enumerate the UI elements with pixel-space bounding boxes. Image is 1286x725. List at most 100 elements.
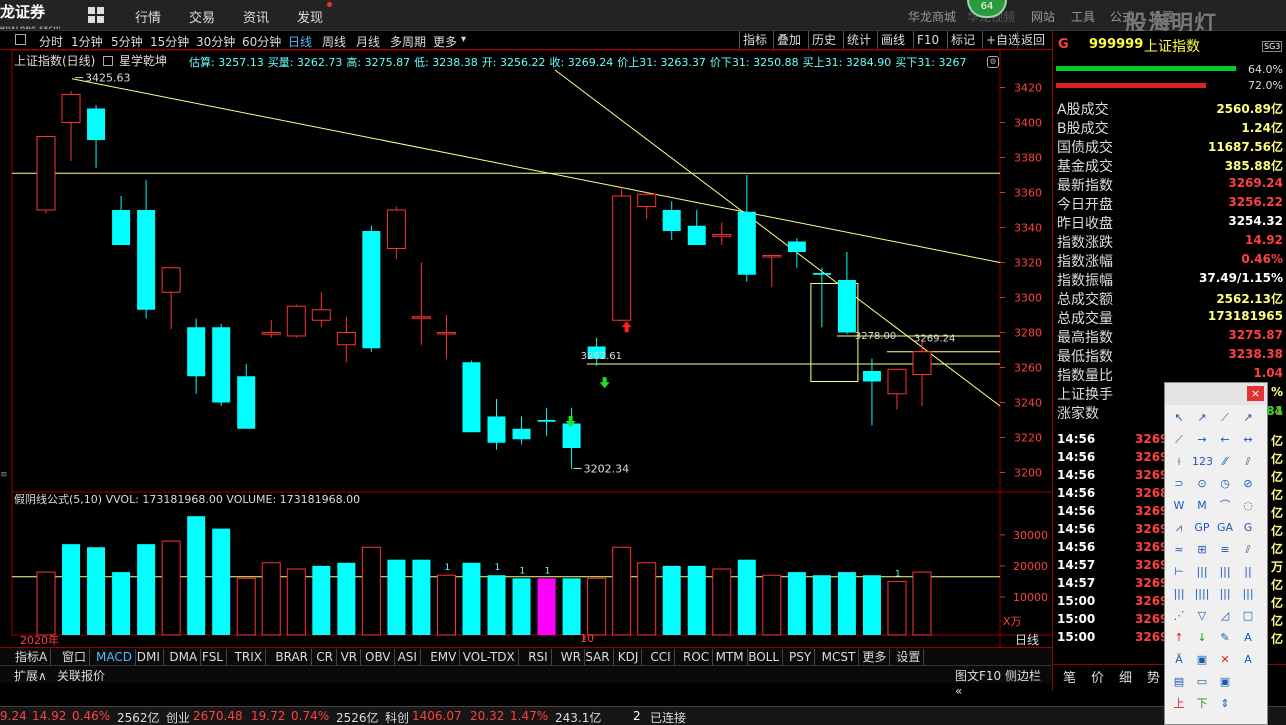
draw-tool-icon[interactable]: ⫽ [1238,453,1258,471]
draw-tool-icon[interactable]: ↓ [1192,629,1212,647]
period-1min[interactable]: 1分钟 [71,33,103,50]
indicator-tab[interactable]: FSL [199,649,227,665]
indicator-tab[interactable]: OBV [362,649,395,665]
draw-tool-icon[interactable] [1238,695,1258,713]
indicator-tab[interactable]: 指标A [12,649,52,665]
f10-sidebar-button[interactable]: 图文F10 侧边栏 « [955,667,1052,698]
draw-tool-icon[interactable]: ✕ [1215,651,1235,669]
indicator-tab[interactable]: PSY [786,649,816,665]
checkbox-icon[interactable] [15,34,26,45]
apps-grid-icon[interactable] [88,7,104,23]
expand-button[interactable]: 扩展∧ [14,667,47,684]
indicator-tab[interactable]: TRIX [232,649,267,665]
draw-tool-icon[interactable]: 123 [1192,453,1212,471]
draw-tool-icon[interactable]: GP [1192,519,1212,537]
link-website[interactable]: 网站 [1031,8,1055,25]
draw-tool-icon[interactable]: ↗ [1192,409,1212,427]
draw-tool-icon[interactable]: ↖ [1169,409,1189,427]
period-5min[interactable]: 5分钟 [111,33,143,50]
draw-tool-icon[interactable]: ⌒ [1215,497,1235,515]
draw-tool-icon[interactable]: □ [1238,607,1258,625]
palette-titlebar[interactable]: × [1165,383,1267,405]
draw-tool-icon[interactable]: ◿ [1215,607,1235,625]
indicator-tab[interactable]: MACD [93,649,136,665]
period-60min[interactable]: 60分钟 [242,33,281,50]
indicator-tab[interactable]: DMA [166,649,202,665]
indicator-tab[interactable]: ASI [395,649,421,665]
indicator-tab[interactable]: DMI [134,649,164,665]
link-tools[interactable]: 工具 [1071,8,1095,25]
tool-draw[interactable]: 画线 [877,31,908,49]
indicator-tab[interactable]: 设置 [893,649,925,665]
draw-tool-icon[interactable]: ≈ [1169,541,1189,559]
draw-tool-icon[interactable]: Ä [1169,651,1189,669]
draw-tool-icon[interactable]: ↔ [1238,431,1258,449]
indicator-tab[interactable]: VR [338,649,362,665]
draw-tool-icon[interactable]: ▣ [1192,651,1212,669]
tab-trend[interactable]: 势 [1147,667,1160,686]
draw-tool-icon[interactable]: ||| [1169,585,1189,603]
tool-f10[interactable]: F10 [913,31,942,49]
draw-tool-icon[interactable]: → [1192,431,1212,449]
indicator-tab[interactable]: KDJ [615,649,643,665]
indicator-tab[interactable]: EMV [427,649,461,665]
menu-discover[interactable]: 发现 [297,7,323,26]
period-more[interactable]: 更多 [433,33,457,50]
draw-tool-icon[interactable]: A [1238,629,1258,647]
tool-indicator[interactable]: 指标 [739,31,770,49]
link-mall[interactable]: 华龙商城 [908,8,956,25]
draw-tool-icon[interactable]: ← [1215,431,1235,449]
draw-tool-icon[interactable]: ||| [1215,563,1235,581]
draw-tool-icon[interactable]: ✎ [1215,629,1235,647]
tool-overlay[interactable]: 叠加 [773,31,804,49]
draw-tool-icon[interactable]: ⟋ [1169,431,1189,449]
tab-price[interactable]: 价 [1091,667,1104,686]
chevron-down-icon[interactable]: ▾ [461,34,466,45]
draw-tool-icon[interactable]: ⁄⁄ [1215,453,1235,471]
indicator-tab[interactable]: MCST [819,649,860,665]
draw-tool-icon[interactable]: W [1169,497,1189,515]
period-multi[interactable]: 多周期 [390,33,426,50]
draw-tool-icon[interactable]: G [1238,519,1258,537]
draw-tool-icon[interactable]: ||| [1215,585,1235,603]
draw-tool-icon[interactable]: GA [1215,519,1235,537]
menu-trade[interactable]: 交易 [189,7,215,26]
period-monthly[interactable]: 月线 [356,33,380,50]
indicator-tab[interactable]: VOL-TDX [460,649,519,665]
menu-quotes[interactable]: 行情 [135,7,161,26]
indicator-tab[interactable]: MTM [713,649,748,665]
period-tick[interactable]: 分时 [39,33,63,50]
indicator-b-tab[interactable] [931,649,937,665]
draw-tool-icon[interactable]: ↑ [1169,629,1189,647]
indicator-b-tab[interactable] [974,649,980,665]
indicator-tab[interactable]: ROC [680,649,714,665]
draw-tool-icon[interactable]: ▣ [1215,673,1235,691]
indicator-tab[interactable]: 窗口 [59,649,91,665]
draw-tool-icon[interactable]: ⊢ [1169,563,1189,581]
draw-tool-icon[interactable]: ⋰ [1169,607,1189,625]
close-icon[interactable]: × [1247,386,1264,401]
draw-tool-icon[interactable]: ||| [1192,563,1212,581]
draw-tool-icon[interactable]: ||| [1238,585,1258,603]
draw-tool-icon[interactable]: ▤ [1169,673,1189,691]
draw-tool-icon[interactable]: 上 [1169,695,1189,713]
period-daily[interactable]: 日线 [288,33,312,50]
draw-tool-icon[interactable]: ◌ [1238,497,1258,515]
tool-history[interactable]: 历史 [808,31,839,49]
draw-tool-icon[interactable]: ≡ [1215,541,1235,559]
tool-back[interactable]: 返回 [1017,31,1048,49]
period-weekly[interactable]: 周线 [322,33,346,50]
draw-tool-icon[interactable]: ⊘ [1238,475,1258,493]
draw-tool-icon[interactable]: A [1238,651,1258,669]
draw-tool-icon[interactable]: ↗ [1238,409,1258,427]
draw-tool-icon[interactable]: ⇕ [1215,695,1235,713]
draw-tool-icon[interactable]: ⩘ [1169,519,1189,537]
draw-tool-icon[interactable]: || [1238,563,1258,581]
period-30min[interactable]: 30分钟 [196,33,235,50]
draw-tool-icon[interactable]: ▽ [1192,607,1212,625]
draw-tool-icon[interactable]: ⟋ [1215,409,1235,427]
indicator-tab[interactable]: BRAR [272,649,313,665]
sg-badge[interactable]: SG3 [1262,41,1283,52]
draw-tool-icon[interactable]: ⫽ [1238,541,1258,559]
indicator-tab[interactable]: SAR [582,649,614,665]
